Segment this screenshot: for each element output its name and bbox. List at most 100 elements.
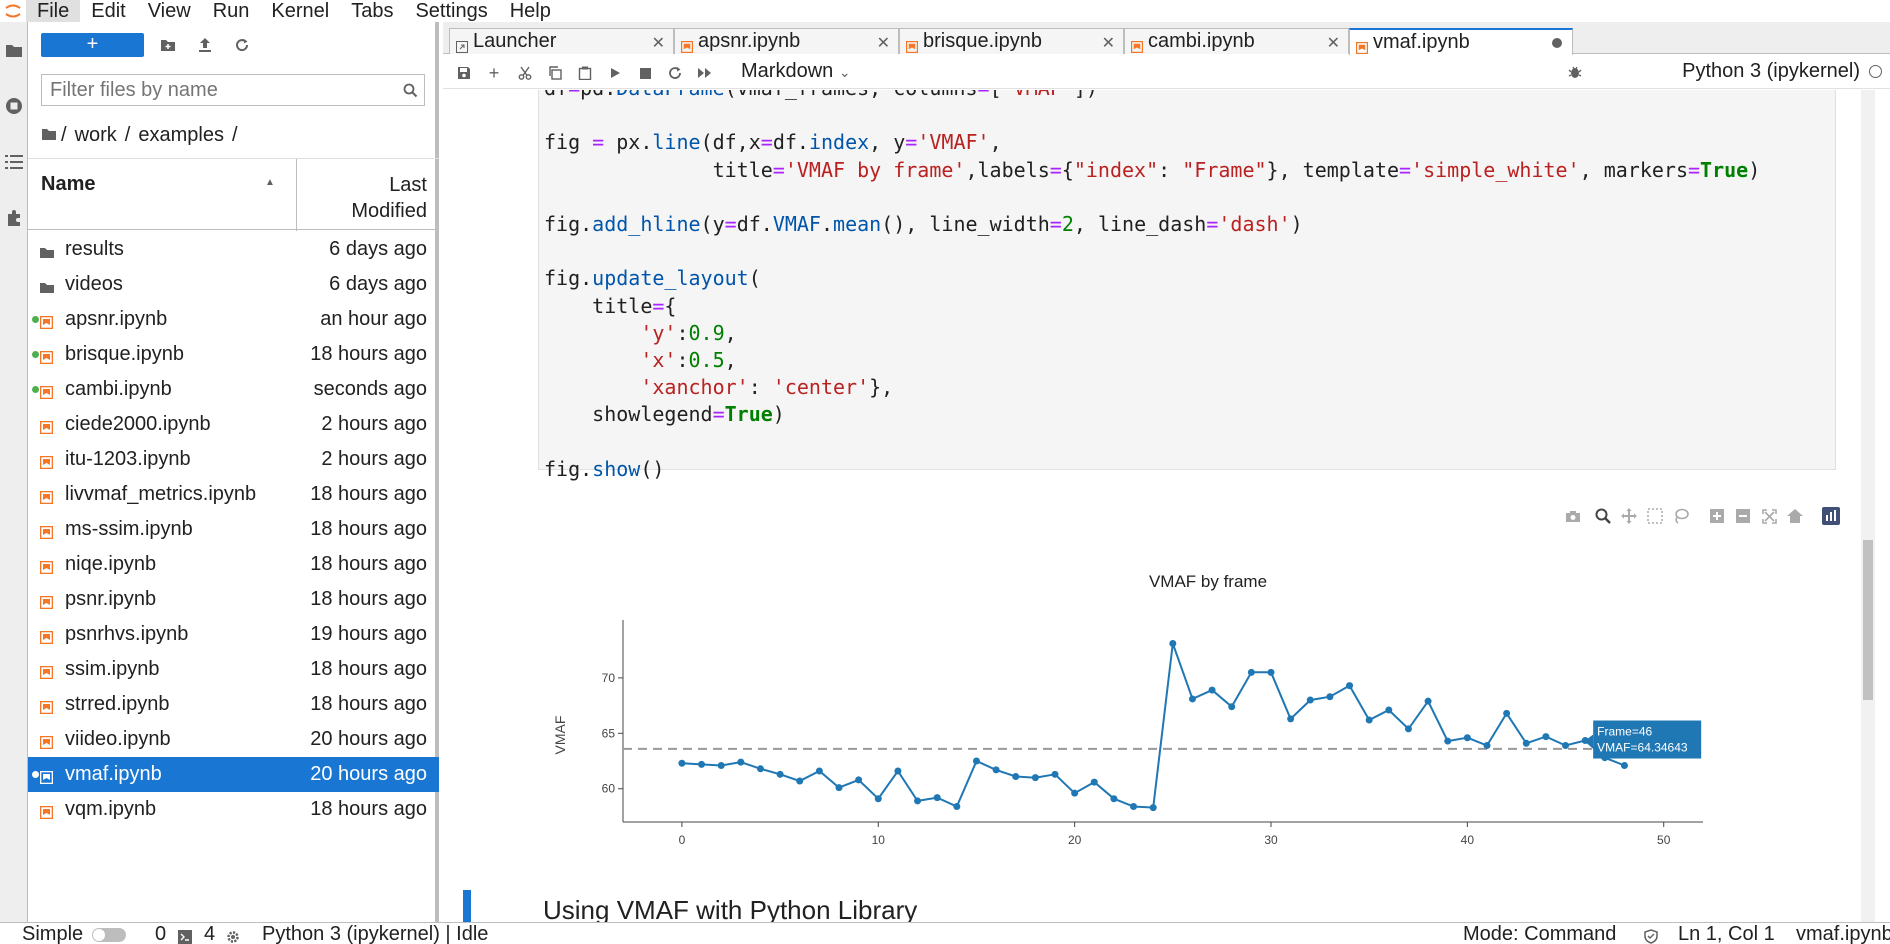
close-icon[interactable]: ✕ (1102, 33, 1115, 53)
file-filter-field[interactable] (41, 74, 425, 106)
column-header-name[interactable]: Name (41, 173, 95, 196)
close-icon[interactable]: ✕ (652, 33, 665, 53)
zoom-in-icon[interactable] (1707, 506, 1727, 526)
new-launcher-button[interactable]: + (41, 33, 144, 57)
autoscale-icon[interactable] (1759, 506, 1779, 526)
running-sessions-icon[interactable] (0, 88, 28, 124)
chart-svg[interactable]: VMAF by frame01020304050606570FrameVMAFF… (538, 530, 1838, 877)
run-icon[interactable] (606, 64, 624, 82)
menu-run[interactable]: Run (202, 0, 261, 22)
simple-mode-toggle[interactable] (92, 928, 126, 942)
close-icon[interactable]: ✕ (877, 33, 890, 53)
unsaved-changes-icon[interactable] (1552, 38, 1562, 48)
close-icon[interactable]: ✕ (1327, 33, 1340, 53)
copy-icon[interactable] (546, 64, 564, 82)
file-row[interactable]: vqm.ipynb 18 hours ago (28, 792, 439, 827)
cell-type-select[interactable]: Markdown ⌄ (741, 60, 851, 83)
menu-tabs[interactable]: Tabs (340, 0, 404, 22)
breadcrumb: / work / examples / (41, 122, 242, 148)
tab-vmaf[interactable]: vmaf.ipynb (1349, 28, 1573, 55)
y-tick-label: 65 (602, 726, 616, 740)
lasso-select-icon[interactable] (1671, 506, 1691, 526)
tab-apsnr[interactable]: apsnr.ipynb ✕ (674, 28, 899, 54)
notebook-icon (39, 557, 54, 575)
cut-icon[interactable] (516, 64, 534, 82)
pan-icon[interactable] (1619, 506, 1639, 526)
kernel-status-text[interactable]: Python 3 (ipykernel) | Idle (262, 923, 488, 944)
paste-icon[interactable] (576, 64, 594, 82)
file-row[interactable]: livvmaf_metrics.ipynb 18 hours ago (28, 477, 439, 512)
cursor-position[interactable]: Ln 1, Col 1 (1678, 923, 1775, 944)
file-row[interactable]: ciede2000.ipynb 2 hours ago (28, 407, 439, 442)
extensions-icon[interactable] (0, 200, 28, 236)
tab-brisque[interactable]: brisque.ipynb ✕ (899, 28, 1124, 54)
vmaf-line-chart[interactable]: VMAF by frame01020304050606570FrameVMAFF… (538, 530, 1838, 877)
column-header-modified[interactable]: Last Modified (297, 172, 427, 224)
file-modified: 18 hours ago (310, 658, 427, 680)
menu-edit[interactable]: Edit (80, 0, 136, 22)
reset-axes-icon[interactable] (1785, 506, 1805, 526)
file-row[interactable]: niqe.ipynb 18 hours ago (28, 547, 439, 582)
file-row[interactable]: psnr.ipynb 18 hours ago (28, 582, 439, 617)
file-row[interactable]: ssim.ipynb 18 hours ago (28, 652, 439, 687)
box-select-icon[interactable] (1645, 506, 1665, 526)
terminal-count[interactable]: 0 (155, 923, 166, 944)
debugger-icon[interactable] (1568, 65, 1582, 84)
menu-help[interactable]: Help (499, 0, 562, 22)
stop-icon[interactable] (636, 64, 654, 82)
zoom-icon[interactable] (1593, 506, 1613, 526)
file-row[interactable]: results 6 days ago (28, 232, 439, 267)
tab-cambi[interactable]: cambi.ipynb ✕ (1124, 28, 1349, 54)
file-row[interactable]: ms-ssim.ipynb 18 hours ago (28, 512, 439, 547)
file-row[interactable]: brisque.ipynb 18 hours ago (28, 337, 439, 372)
file-row[interactable]: videos 6 days ago (28, 267, 439, 302)
x-tick-label: 40 (1461, 833, 1475, 847)
data-point (1110, 795, 1118, 803)
data-point (1483, 742, 1491, 750)
data-point (1404, 725, 1412, 733)
upload-icon[interactable] (195, 35, 215, 55)
camera-icon[interactable] (1563, 506, 1583, 526)
file-row[interactable]: itu-1203.ipynb 2 hours ago (28, 442, 439, 477)
data-point (1267, 668, 1275, 676)
security-shield-icon[interactable] (1644, 927, 1658, 944)
data-point (815, 767, 823, 775)
table-of-contents-icon[interactable] (0, 144, 28, 180)
markdown-heading[interactable]: Using VMAF with Python Library (543, 895, 917, 922)
data-point (1503, 709, 1511, 717)
menu-kernel[interactable]: Kernel (260, 0, 340, 22)
code-cell[interactable]: df=pd.DataFrame(vmaf_frames, columns=['V… (538, 90, 1836, 481)
home-folder-icon[interactable] (41, 124, 57, 147)
file-modified: 2 hours ago (321, 448, 427, 470)
save-icon[interactable] (455, 64, 473, 82)
tab-launcher[interactable]: Launcher ✕ (449, 28, 674, 54)
breadcrumb-work[interactable]: work (75, 124, 117, 147)
plotly-logo-icon[interactable] (1821, 506, 1841, 526)
zoom-out-icon[interactable] (1733, 506, 1753, 526)
restart-icon[interactable] (666, 64, 684, 82)
file-row[interactable]: viideo.ipynb 20 hours ago (28, 722, 439, 757)
active-cell-marker[interactable] (463, 890, 471, 922)
menu-file[interactable]: File (26, 0, 81, 22)
kernel-name[interactable]: Python 3 (ipykernel) (1682, 60, 1860, 83)
file-row[interactable]: psnrhvs.ipynb 19 hours ago (28, 617, 439, 652)
menu-settings[interactable]: Settings (404, 0, 498, 22)
file-row[interactable]: apsnr.ipynb an hour ago (28, 302, 439, 337)
code-editor[interactable]: df=pd.DataFrame(vmaf_frames, columns=['V… (544, 90, 1760, 483)
simple-mode-label: Simple (22, 923, 84, 944)
breadcrumb-examples[interactable]: examples (138, 124, 224, 147)
file-row[interactable]: strred.ipynb 18 hours ago (28, 687, 439, 722)
file-row[interactable]: vmaf.ipynb 20 hours ago (28, 757, 439, 792)
restart-run-all-icon[interactable] (696, 64, 714, 82)
menu-view[interactable]: View (137, 0, 202, 22)
kernel-count[interactable]: 4 (204, 923, 215, 944)
folder-icon[interactable] (0, 32, 28, 68)
refresh-icon[interactable] (232, 35, 252, 55)
column-header-modified-line1: Last (389, 174, 427, 196)
file-row[interactable]: cambi.ipynb seconds ago (28, 372, 439, 407)
notebook-scrollbar[interactable] (1861, 90, 1875, 922)
file-filter-input[interactable] (42, 78, 382, 102)
insert-cell-icon[interactable]: + (485, 63, 503, 83)
scrollbar-thumb[interactable] (1863, 540, 1873, 700)
new-folder-icon[interactable] (158, 35, 178, 55)
